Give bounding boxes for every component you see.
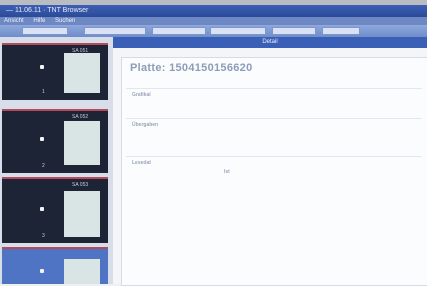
sample-dot-icon [40,65,44,69]
tab-2[interactable] [84,27,146,35]
page-title: Platte: 1504150156620 [130,62,253,74]
section-title: Übergaben [132,122,159,128]
thumbnail-item[interactable] [2,247,108,284]
detail-header: Detail [113,37,427,48]
thumbnail-marker [2,43,108,45]
menu-item-help[interactable]: Hilfe [33,18,45,24]
thumbnail-title: SA 053 [72,182,89,188]
thumbnail-number: 3 [42,233,45,239]
sample-dot-icon [40,269,44,273]
tab-4[interactable] [210,27,266,35]
section-grafikal: Grafikal [126,88,422,115]
thumbnail-title: SA 052 [72,114,89,120]
tab-6[interactable] [322,27,360,35]
thumbnail-item[interactable]: SA 053 3 [2,177,108,243]
tab-bar [0,25,427,37]
detail-header-title: Detail [262,39,278,45]
menu-item-search[interactable]: Suchen [55,18,75,24]
section-lesedat: Lesedat Ist [126,156,422,217]
detail-pane: Detail Platte: 1504150156620 Grafikal Üb… [113,37,427,286]
window-title: — 11.06.11 · TNT Browser [6,7,89,14]
section-title: Lesedat [132,160,151,166]
tab-3[interactable] [152,27,206,35]
thumbnail-sidebar: SA 051 1 SA 052 2 SA 053 3 [0,37,113,284]
tab-5[interactable] [272,27,316,35]
thumbnail-number: 2 [42,163,45,169]
section-uebergaben: Übergaben [126,118,422,153]
detail-panel: Platte: 1504150156620 Grafikal Übergaben… [121,57,427,286]
sample-preview [64,259,100,284]
sample-dot-icon [40,137,44,141]
thumbnail-item[interactable]: SA 052 2 [2,109,108,173]
thumbnail-marker [2,247,108,249]
tab-1[interactable] [22,27,68,35]
thumbnail-marker [2,177,108,179]
sample-preview [64,191,100,237]
table-header: Ist [224,169,230,175]
section-title: Grafikal [132,92,151,98]
sample-preview [64,121,100,165]
menu-item-view[interactable]: Ansicht [4,18,24,24]
thumbnail-marker [2,109,108,111]
menu-bar: Ansicht Hilfe Suchen [0,17,427,25]
thumbnail-number: 1 [42,89,45,95]
sample-preview [64,53,100,93]
thumbnail-item[interactable]: SA 051 1 [2,43,108,100]
window-title-bar: — 11.06.11 · TNT Browser [0,5,427,17]
sample-dot-icon [40,207,44,211]
